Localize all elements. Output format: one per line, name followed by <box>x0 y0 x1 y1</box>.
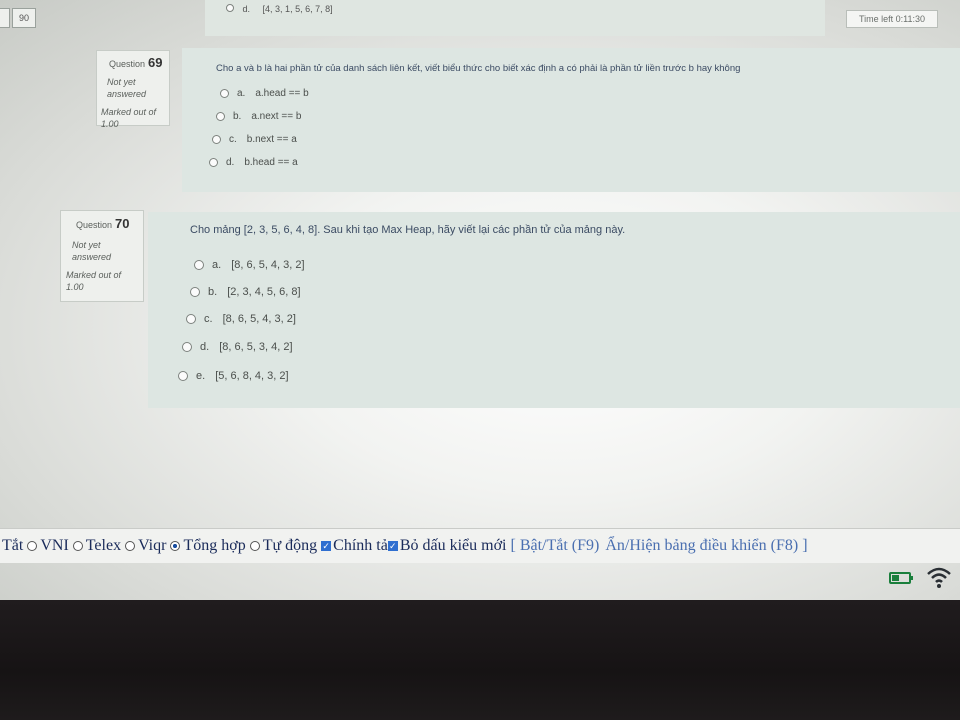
option-letter: a. <box>237 88 246 99</box>
question-69-text: Cho a và b là hai phần tử của danh sách … <box>216 63 741 74</box>
option-letter: e. <box>196 370 206 382</box>
radio-icon[interactable] <box>125 541 136 551</box>
battery-icon[interactable] <box>889 571 915 590</box>
radio-icon[interactable] <box>194 260 204 270</box>
screen: 90 d. [4, 3, 1, 5, 6, 7, 8] Time left 0:… <box>0 0 960 600</box>
radio-icon[interactable] <box>209 158 218 167</box>
q69-option-c[interactable]: c. b.next == a <box>212 134 297 145</box>
option-letter: b. <box>233 111 242 122</box>
question-nav-box-90[interactable]: 90 <box>12 8 36 28</box>
question-mark: Marked out of 1.00 <box>101 107 157 129</box>
option-letter: b. <box>208 286 218 298</box>
option-value: a.next == b <box>251 111 302 122</box>
checkbox-checked-icon[interactable]: ✓ <box>321 541 332 551</box>
time-left-badge: Time left 0:11:30 <box>846 10 938 28</box>
ime-option-viqr[interactable]: Viqr <box>125 537 166 555</box>
radio-icon[interactable] <box>190 287 200 297</box>
option-letter: d. <box>200 341 210 353</box>
option-value: [2, 3, 4, 5, 6, 8] <box>227 286 301 298</box>
ime-option-vni[interactable]: VNI <box>27 537 69 555</box>
option-letter: c. <box>229 134 237 145</box>
q70-option-e[interactable]: e. [5, 6, 8, 4, 3, 2] <box>178 370 289 382</box>
q70-option-a[interactable]: a. [8, 6, 5, 4, 3, 2] <box>194 259 305 271</box>
question-number: 69 <box>148 55 163 70</box>
ime-label: Bỏ dấu kiểu mới <box>399 537 507 554</box>
laptop-bezel <box>0 600 960 720</box>
option-value: b.head == a <box>244 157 298 168</box>
q70-option-b[interactable]: b. [2, 3, 4, 5, 6, 8] <box>190 286 301 298</box>
previous-option-d[interactable]: d. [4, 3, 1, 5, 6, 7, 8] <box>226 4 333 14</box>
ime-label: Telex <box>85 537 122 554</box>
ime-label: Chính tả <box>333 537 388 554</box>
option-value: [5, 6, 8, 4, 3, 2] <box>215 370 289 382</box>
question-69-info: Question 69 Not yet answered Marked out o… <box>96 50 170 129</box>
option-letter: c. <box>204 313 213 325</box>
ime-option-tu-dong[interactable]: Tự động <box>249 537 318 555</box>
question-number: 70 <box>115 216 130 231</box>
q69-option-a[interactable]: a. a.head == b <box>220 88 309 99</box>
ime-option-off[interactable]: Tắt <box>2 537 23 555</box>
option-value: [4, 3, 1, 5, 6, 7, 8] <box>262 4 333 14</box>
radio-icon[interactable] <box>72 541 83 551</box>
wifi-icon[interactable] <box>926 565 952 594</box>
radio-icon[interactable] <box>220 89 229 98</box>
q69-option-d[interactable]: d. b.head == a <box>209 157 298 168</box>
radio-selected-icon[interactable] <box>170 541 181 551</box>
q70-option-c[interactable]: c. [8, 6, 5, 4, 3, 2] <box>186 313 296 325</box>
ime-toggle-link[interactable]: [ Bật/Tắt (F9) <box>510 537 599 555</box>
option-letter: d. <box>242 4 251 14</box>
question-nav-box[interactable] <box>0 8 10 28</box>
radio-icon[interactable] <box>212 135 221 144</box>
option-value: [8, 6, 5, 3, 4, 2] <box>219 341 293 353</box>
ime-option-telex[interactable]: Telex <box>72 537 122 555</box>
radio-icon[interactable] <box>182 342 192 352</box>
question-state: Not yet answered <box>107 77 147 99</box>
radio-icon[interactable] <box>216 112 225 121</box>
option-letter: a. <box>212 259 222 271</box>
ime-check-bo-dau[interactable]: ✓ Bỏ dấu kiểu mới <box>387 537 507 555</box>
option-value: [8, 6, 5, 4, 3, 2] <box>222 313 296 325</box>
radio-icon[interactable] <box>178 371 188 381</box>
q70-option-d[interactable]: d. [8, 6, 5, 3, 4, 2] <box>182 341 293 353</box>
option-value: [8, 6, 5, 4, 3, 2] <box>231 259 305 271</box>
question-label: Question <box>76 220 113 230</box>
ime-check-chinh-ta[interactable]: ✓ Chính tả <box>321 537 388 555</box>
ime-show-hide-link[interactable]: Ẩn/Hiện bảng điều khiển (F8) ] <box>605 537 807 555</box>
ime-label: Tổng hợp <box>183 537 246 554</box>
ime-option-tong-hop[interactable]: Tổng hợp <box>170 537 246 555</box>
question-70-text: Cho mảng [2, 3, 5, 6, 4, 8]. Sau khi tạo… <box>190 224 626 236</box>
option-value: a.head == b <box>255 88 309 99</box>
ime-label: Tự động <box>262 537 318 554</box>
q69-option-b[interactable]: b. a.next == b <box>216 111 301 122</box>
radio-icon[interactable] <box>249 541 260 551</box>
ime-label: Tắt <box>2 537 24 554</box>
question-label: Question <box>109 59 146 69</box>
radio-icon[interactable] <box>226 4 234 12</box>
question-70-info: Question 70 Not yet answered Marked out o… <box>60 210 144 302</box>
option-letter: d. <box>226 157 235 168</box>
radio-icon[interactable] <box>27 541 38 551</box>
ime-label: Viqr <box>138 537 167 554</box>
radio-icon[interactable] <box>186 314 196 324</box>
checkbox-checked-icon[interactable]: ✓ <box>387 541 398 551</box>
option-value: b.next == a <box>246 134 297 145</box>
ime-label: VNI <box>40 537 69 554</box>
vietnamese-ime-bar: Tắt VNI Telex Viqr Tổng hợp Tự động ✓ Chí… <box>0 528 960 563</box>
question-state: Not yet answered <box>72 240 112 262</box>
question-mark: Marked out of 1.00 <box>66 270 122 292</box>
